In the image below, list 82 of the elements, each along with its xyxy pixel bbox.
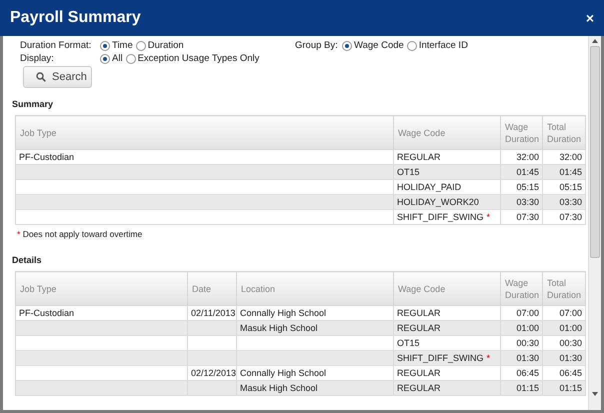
radio-option[interactable]: Duration xyxy=(136,40,184,51)
field-label: Group By: xyxy=(295,40,339,51)
table-cell: 03:30 xyxy=(500,194,542,210)
table-cell: OT15 xyxy=(394,164,500,180)
table-cell: 07:30 xyxy=(542,210,586,224)
section-title: Details xyxy=(12,255,43,265)
radio-option[interactable]: All xyxy=(100,53,123,64)
table-cell: Connally High School xyxy=(236,366,394,380)
table-cell xyxy=(188,336,236,350)
table-cell: REGULAR xyxy=(394,150,500,164)
asterisk-mark: * xyxy=(486,353,490,363)
radio-option[interactable]: Exception Usage Types Only xyxy=(126,53,260,64)
table-cell: 07:30 xyxy=(500,210,542,224)
field-label: Display: xyxy=(20,53,55,64)
table-cell: 00:30 xyxy=(500,336,542,350)
table-cell xyxy=(188,380,236,396)
table-cell: Connally High School xyxy=(236,306,394,320)
footnote: * Does not apply toward overtime xyxy=(17,229,144,239)
table-cell: 05:15 xyxy=(542,180,586,194)
radio-button[interactable] xyxy=(342,40,352,50)
table-cell: 06:45 xyxy=(542,366,586,380)
table-cell: Masuk High School xyxy=(236,320,394,336)
table-cell: 01:00 xyxy=(542,320,586,336)
scrollbar[interactable] xyxy=(588,36,601,410)
search-button[interactable]: Search xyxy=(23,66,92,88)
table-cell: 01:30 xyxy=(500,350,542,366)
radio-button[interactable] xyxy=(100,54,110,64)
table-cell: PF-Custodian xyxy=(16,306,188,320)
window-title: Payroll Summary xyxy=(10,9,141,27)
column-header[interactable]: Wage Duration xyxy=(500,272,542,306)
table-cell: Masuk High School xyxy=(236,380,394,396)
table-cell xyxy=(188,350,236,366)
table-cell: REGULAR xyxy=(394,306,500,320)
table-cell: PF-Custodian xyxy=(16,150,394,164)
column-header[interactable]: Wage Code xyxy=(394,116,500,150)
table-cell: SHIFT_DIFF_SWING * xyxy=(394,210,500,224)
table-cell xyxy=(188,320,236,336)
table-cell: 07:00 xyxy=(500,306,542,320)
close-button[interactable]: × xyxy=(586,10,594,26)
section-title: Summary xyxy=(12,99,54,109)
column-header[interactable]: Wage Code xyxy=(394,272,500,306)
table-cell: 00:30 xyxy=(542,336,586,350)
scroll-up-arrow-icon[interactable] xyxy=(592,39,598,43)
table-cell: 01:45 xyxy=(500,164,542,180)
column-header[interactable]: Location xyxy=(236,272,394,306)
table-cell: REGULAR xyxy=(394,366,500,380)
radio-button[interactable] xyxy=(126,54,136,64)
table-cell: 02/12/2013 xyxy=(188,366,236,380)
radio-button[interactable] xyxy=(100,40,110,50)
table-cell: 01:45 xyxy=(542,164,586,180)
column-header[interactable]: Job Type xyxy=(16,272,188,306)
radio-option[interactable]: Time xyxy=(100,40,133,51)
asterisk-mark: * xyxy=(486,212,490,222)
table-cell: HOLIDAY_PAID xyxy=(394,180,500,194)
table-cell: 01:30 xyxy=(542,350,586,366)
table-cell: 01:15 xyxy=(542,380,586,396)
radio-option[interactable]: Interface ID xyxy=(406,40,468,51)
radio-button[interactable] xyxy=(136,40,146,50)
table-cell: SHIFT_DIFF_SWING * xyxy=(394,350,500,366)
table-cell: 02/11/2013 xyxy=(188,306,236,320)
field-label: Duration Format: xyxy=(20,40,92,51)
table-cell: 32:00 xyxy=(500,150,542,164)
table-cell: 01:15 xyxy=(500,380,542,396)
column-header[interactable]: Total Duration xyxy=(542,272,586,306)
column-header[interactable]: Date xyxy=(188,272,236,306)
column-header[interactable]: Total Duration xyxy=(542,116,586,150)
column-header[interactable]: Job Type xyxy=(16,116,394,150)
table-cell: REGULAR xyxy=(394,380,500,396)
scroll-down-arrow-icon[interactable] xyxy=(592,392,598,396)
table-cell: 03:30 xyxy=(542,194,586,210)
table-cell: 07:00 xyxy=(542,306,586,320)
search-icon xyxy=(36,72,46,82)
radio-option[interactable]: Wage Code xyxy=(342,40,404,51)
table-cell: REGULAR xyxy=(394,320,500,336)
table-cell: OT15 xyxy=(394,336,500,350)
table-cell: 05:15 xyxy=(500,180,542,194)
table-cell: 06:45 xyxy=(500,366,542,380)
table-cell: HOLIDAY_WORK20 xyxy=(394,194,500,210)
radio-button[interactable] xyxy=(406,40,417,50)
table-cell: 01:00 xyxy=(500,320,542,336)
table-cell: 32:00 xyxy=(542,150,586,164)
column-header[interactable]: Wage Duration xyxy=(500,116,542,150)
